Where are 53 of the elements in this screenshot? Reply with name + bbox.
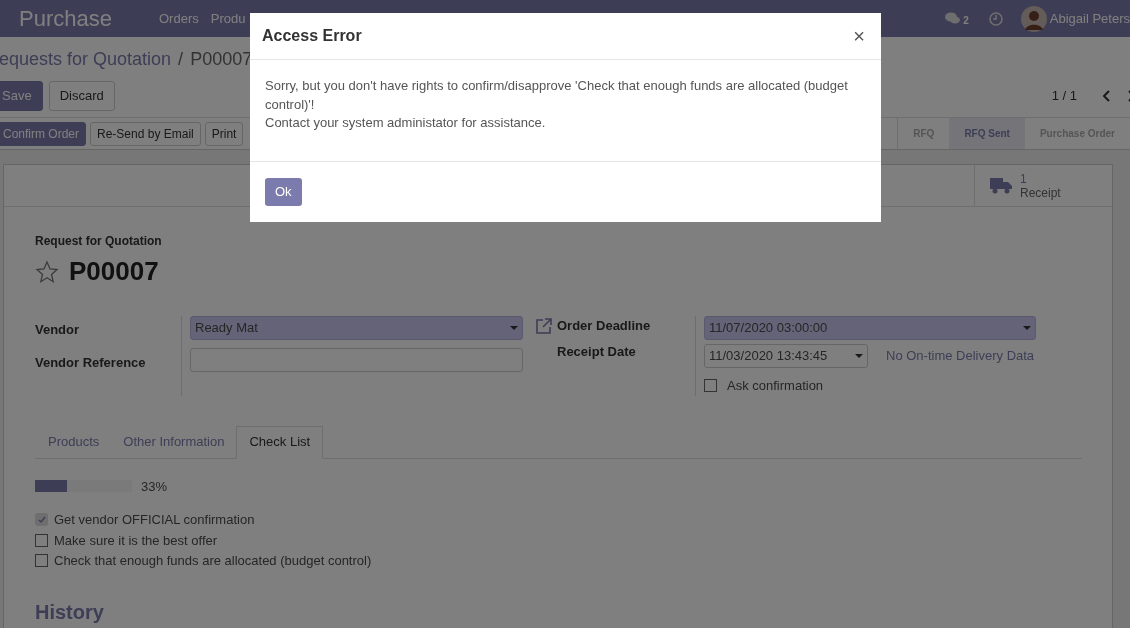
- checkbox[interactable]: [35, 533, 48, 547]
- date-field[interactable]: 11/03/2020 13:43:45: [704, 344, 868, 368]
- input-field[interactable]: [190, 348, 523, 372]
- delivery-note: No On-time Delivery Data: [886, 347, 1035, 366]
- breadcrumb-link[interactable]: equests for Quotation: [0, 45, 172, 73]
- progress-reading: 33%: [141, 477, 168, 496]
- checklist-item: Check that enough funds are allocated (budget control): [54, 552, 372, 570]
- pager: 1 / 1: [1051, 87, 1077, 106]
- menu-item[interactable]: Orders: [159, 8, 199, 29]
- breadcrumb-separator: /: [178, 47, 184, 71]
- form-button[interactable]: Save: [0, 81, 43, 111]
- truck-icon: [990, 177, 1012, 194]
- field-label: Vendor: [35, 321, 81, 339]
- action-button[interactable]: Confirm Order: [0, 121, 86, 146]
- field-label: Order Deadline: [557, 317, 651, 336]
- field-label: Vendor Reference: [35, 353, 147, 372]
- star-icon[interactable]: [35, 259, 59, 284]
- user-name[interactable]: Abigail Peters: [1049, 8, 1130, 29]
- breadcrumb-current: P00007: [190, 47, 253, 71]
- error-message: Sorry, but you don't have rights to confirm/disapprove 'Check that enough funds are allocated (budget control)'!: [265, 77, 849, 114]
- clock-icon[interactable]: [988, 11, 1003, 26]
- section-heading: History: [35, 599, 105, 625]
- dropdown-field[interactable]: Ready Mat: [190, 316, 523, 340]
- receipt-button[interactable]: 1 Receipt: [974, 165, 1112, 206]
- action-button[interactable]: Re-Send by Email: [90, 121, 201, 146]
- avatar[interactable]: [1020, 5, 1047, 32]
- app-name[interactable]: Purchase: [19, 2, 159, 35]
- checklist-item: Make sure it is the best offer: [54, 531, 218, 550]
- form-button[interactable]: Discard: [48, 81, 115, 111]
- chevron-left-icon[interactable]: [1102, 90, 1112, 102]
- receipt-count: 1: [1020, 171, 1028, 186]
- chat-icon[interactable]: [945, 12, 962, 25]
- checkbox-label: Ask confirmation: [727, 377, 824, 395]
- checklist-item: Get vendor OFFICIAL confirmation: [54, 511, 255, 529]
- dialog-title: Access Error: [262, 26, 362, 46]
- chat-count: 2: [963, 13, 969, 28]
- receipt-label: Receipt: [1020, 185, 1061, 200]
- checkbox[interactable]: [704, 379, 717, 393]
- field-label: Receipt Date: [557, 343, 636, 362]
- action-button[interactable]: Print: [204, 121, 244, 146]
- checkbox[interactable]: [35, 513, 48, 527]
- ok-button[interactable]: Ok: [265, 177, 302, 206]
- close-button[interactable]: ×: [849, 21, 869, 51]
- tab[interactable]: Check List: [236, 425, 324, 459]
- dropdown-field[interactable]: 11/07/2020 03:00:00: [704, 316, 1036, 340]
- record-name: P00007: [69, 255, 159, 288]
- checkbox[interactable]: [35, 554, 48, 568]
- error-message: Contact your system administator for assistance.: [265, 114, 547, 132]
- menu-item[interactable]: Produ: [210, 8, 246, 29]
- form-subtitle: Request for Quotation: [35, 233, 163, 250]
- external-link-icon[interactable]: [535, 317, 553, 335]
- tab[interactable]: Other Information: [111, 425, 237, 458]
- tab[interactable]: Products: [36, 425, 112, 458]
